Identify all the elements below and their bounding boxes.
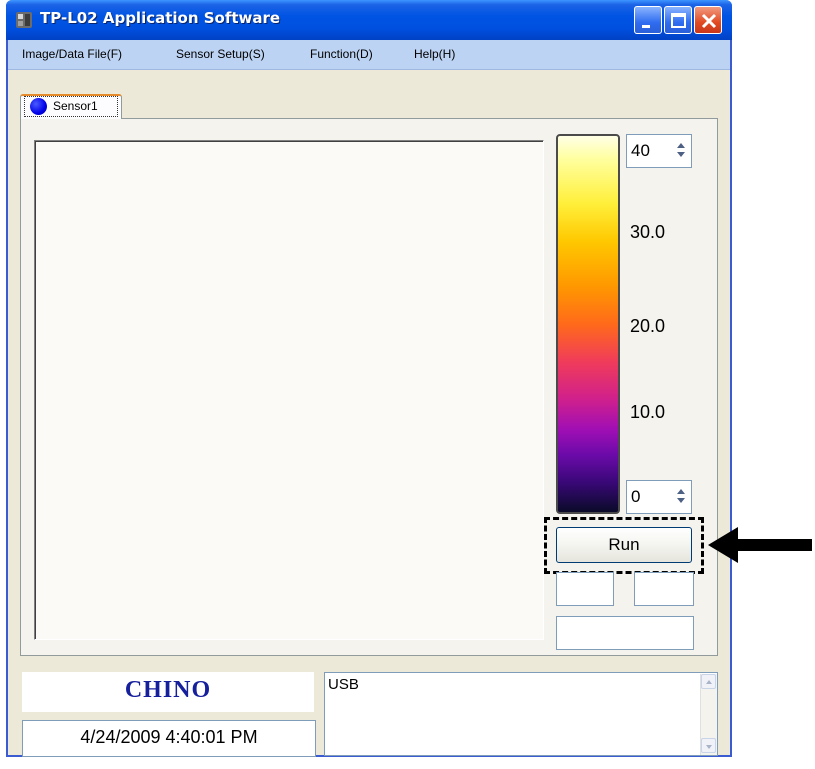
min-temperature-value: 0 — [631, 487, 641, 506]
chino-logo: CHINO — [124, 677, 212, 703]
minimize-icon — [642, 25, 650, 28]
scroll-down-icon[interactable] — [701, 738, 716, 753]
spin-arrows-icon[interactable] — [673, 138, 689, 166]
app-icon — [16, 12, 32, 28]
menu-function[interactable]: Function(D) — [310, 47, 373, 61]
close-button[interactable] — [694, 6, 722, 34]
min-temperature-spinbox[interactable]: 0 — [626, 480, 692, 514]
status-scrollbar[interactable] — [700, 674, 717, 755]
menu-image-data-file[interactable]: Image/Data File(F) — [22, 47, 122, 61]
sensor-status-indicator-icon — [30, 98, 47, 115]
scroll-up-icon[interactable] — [701, 674, 716, 689]
readout-field-bottom — [556, 616, 694, 650]
scale-label-10: 10.0 — [630, 402, 666, 422]
readout-field-left — [556, 572, 614, 606]
thermal-image-area[interactable] — [34, 140, 544, 640]
menu-help[interactable]: Help(H) — [414, 47, 455, 61]
maximize-icon — [671, 13, 686, 28]
maximize-button[interactable] — [664, 6, 692, 34]
readout-field-right — [634, 572, 694, 606]
datetime-value: 4/24/2009 4:40:01 PM — [80, 727, 258, 747]
run-button[interactable]: Run — [556, 527, 692, 563]
minimize-button[interactable] — [634, 6, 662, 34]
scale-label-20: 20.0 — [630, 316, 666, 336]
tab-sensor1-label: Sensor1 — [53, 99, 98, 113]
scale-label-30: 30.0 — [630, 222, 666, 242]
status-log[interactable] — [324, 672, 718, 756]
menu-sensor-setup[interactable]: Sensor Setup(S) — [176, 47, 265, 61]
close-icon — [701, 13, 717, 29]
max-temperature-value: 40 — [631, 141, 650, 160]
max-temperature-spinbox[interactable]: 40 — [626, 134, 692, 168]
window-title: TP-L02 Application Software — [40, 9, 281, 27]
spin-arrows-icon[interactable] — [673, 484, 689, 512]
color-scale-bar — [556, 134, 620, 514]
status-text: USB — [328, 676, 359, 693]
pointer-arrow-icon — [708, 527, 812, 563]
